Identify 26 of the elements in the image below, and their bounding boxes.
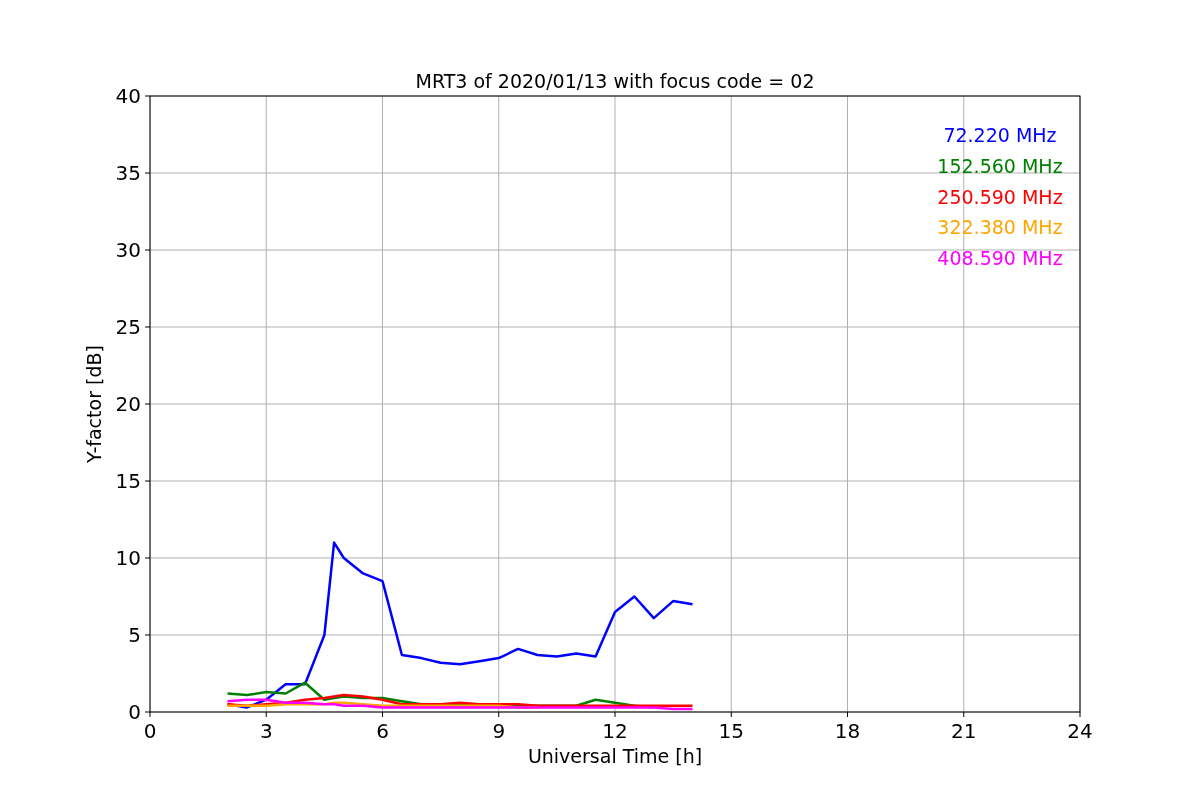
- x-tick-label: 24: [1067, 719, 1093, 743]
- y-tick-label: 0: [128, 700, 141, 724]
- y-tick-label: 25: [115, 315, 141, 339]
- chart-title: MRT3 of 2020/01/13 with focus code = 02: [415, 70, 815, 92]
- x-tick-label: 6: [376, 719, 389, 743]
- legend-label: 322.380 MHz: [937, 216, 1063, 239]
- y-tick-label: 15: [115, 469, 141, 493]
- x-tick-label: 9: [492, 719, 506, 743]
- x-tick-label: 12: [602, 719, 628, 743]
- x-tick-label: 0: [143, 719, 157, 743]
- legend-label: 152.560 MHz: [937, 154, 1063, 177]
- legend-label: 408.590 MHz: [937, 247, 1063, 270]
- x-tick-label: 21: [951, 719, 977, 743]
- y-tick-label: 35: [115, 161, 141, 185]
- x-axis-label: Universal Time [h]: [527, 745, 703, 767]
- y-tick-label: 10: [115, 546, 141, 570]
- legend-label: 72.220 MHz: [943, 124, 1057, 146]
- y-tick-label: 20: [115, 392, 141, 416]
- y-tick-label: 30: [115, 238, 141, 262]
- x-tick-label: 15: [718, 719, 744, 743]
- y-tick-label: 5: [128, 623, 141, 647]
- x-tick-label: 18: [834, 719, 861, 743]
- legend-label: 250.590 MHz: [937, 185, 1063, 208]
- y-tick-label: 40: [115, 84, 141, 108]
- y-axis-label: Y-factor [dB]: [83, 345, 105, 463]
- x-tick-label: 3: [259, 719, 273, 743]
